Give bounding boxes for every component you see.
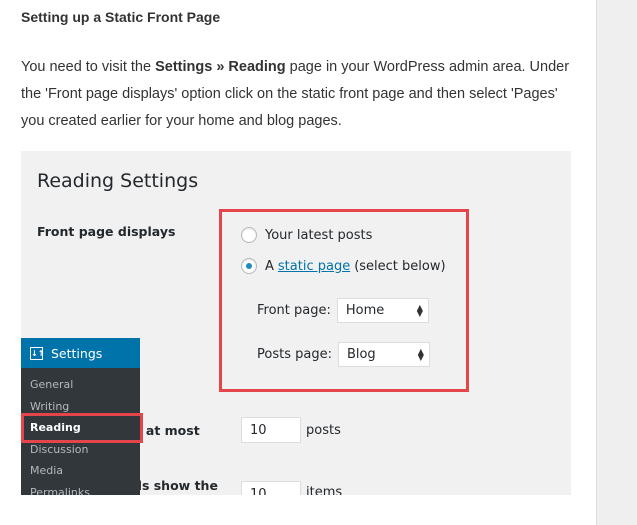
- front-page-row: Front page: Home ▲ ▼: [257, 298, 429, 323]
- radio-static-page[interactable]: A static page (select below): [241, 258, 446, 274]
- para-prefix: You need to visit the: [21, 59, 156, 75]
- front-page-select[interactable]: Home ▲ ▼: [336, 298, 429, 323]
- radio-unchecked-icon[interactable]: [241, 227, 257, 243]
- radio-latest-posts-label: Your latest posts: [265, 227, 373, 243]
- front-page-label: Front page:: [257, 303, 331, 318]
- para-bold: Settings » Reading: [155, 59, 286, 75]
- posts-page-select[interactable]: Blog ▲ ▼: [337, 342, 430, 367]
- select-arrows-icon: ▲ ▼: [417, 346, 424, 362]
- static-prefix: A: [265, 258, 274, 274]
- submenu-item-permalinks[interactable]: Permalinks: [21, 482, 140, 496]
- posts-page-label: Posts page:: [257, 347, 332, 362]
- syndication-input[interactable]: 10: [241, 481, 301, 495]
- submenu-item-media[interactable]: Media: [21, 460, 140, 482]
- submenu-item-general[interactable]: General: [21, 374, 140, 396]
- syndication-label: ds show the: [133, 478, 218, 493]
- front-page-value: Home: [345, 303, 385, 318]
- front-page-displays-label: Front page displays: [37, 224, 176, 239]
- posts-page-row: Posts page: Blog ▲ ▼: [257, 342, 430, 367]
- blog-pages-input[interactable]: 10: [241, 417, 301, 443]
- reading-highlight-box: [21, 413, 143, 443]
- static-page-link[interactable]: static page: [278, 259, 350, 274]
- admin-menu-settings[interactable]: ↓↑ Settings: [21, 338, 140, 368]
- syndication-unit: items: [306, 485, 343, 495]
- right-sidebar: [596, 0, 637, 525]
- article-paragraph: You need to visit the Settings » Reading…: [21, 54, 581, 135]
- settings-sliders-icon: ↓↑: [30, 346, 45, 360]
- reading-settings-title: Reading Settings: [37, 170, 199, 192]
- admin-menu-header-label: Settings: [51, 345, 103, 361]
- static-suffix: (select below): [354, 258, 446, 274]
- radio-latest-posts[interactable]: Your latest posts: [241, 227, 372, 243]
- blog-pages-unit: posts: [306, 423, 341, 438]
- article-heading: Setting up a Static Front Page: [21, 9, 221, 25]
- reading-settings-screenshot: Reading Settings Front page displays You…: [21, 151, 571, 495]
- radio-checked-icon[interactable]: [241, 258, 257, 274]
- posts-page-value: Blog: [346, 347, 376, 362]
- select-arrows-icon: ▲ ▼: [416, 302, 423, 318]
